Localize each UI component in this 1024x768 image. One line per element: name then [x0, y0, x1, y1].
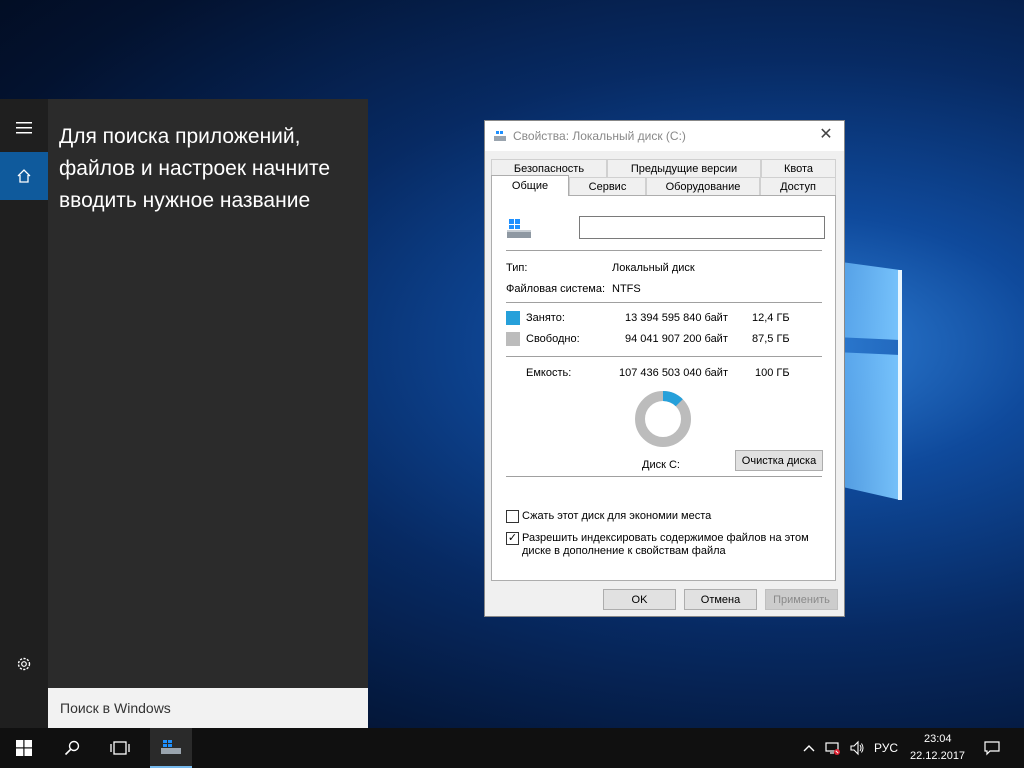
free-label: Свободно: [526, 333, 580, 345]
filesystem-label: Файловая система: [506, 283, 606, 295]
start-button[interactable] [0, 728, 48, 768]
drive-large-icon [507, 219, 531, 238]
close-button[interactable]: ✕ [816, 125, 836, 145]
tab-tools[interactable]: Сервис [569, 177, 646, 195]
clock-time[interactable]: 23:04 [924, 733, 952, 745]
search-input[interactable]: Поиск в Windows [48, 688, 368, 728]
separator [506, 476, 822, 477]
drive-name-input[interactable] [579, 216, 825, 239]
used-label: Занято: [526, 312, 565, 324]
used-color-swatch [506, 311, 520, 325]
capacity-label: Емкость: [526, 367, 572, 379]
tray-overflow-button[interactable] [800, 728, 818, 768]
clock-date[interactable]: 22.12.2017 [910, 750, 965, 762]
drive-icon [494, 131, 506, 141]
search-icon [64, 740, 80, 756]
settings-button[interactable] [0, 640, 48, 688]
hamburger-icon [16, 122, 32, 134]
taskbar-drive-properties[interactable] [150, 728, 192, 768]
task-view-icon [110, 741, 130, 755]
compress-checkbox[interactable] [506, 510, 519, 523]
network-icon [825, 742, 840, 755]
compress-label: Сжать этот диск для экономии места [522, 510, 712, 522]
volume-button[interactable] [846, 728, 868, 768]
dialog-title: Свойства: Локальный диск (C:) [513, 129, 686, 143]
index-label-line2: диске в дополнение к свойствам файла [522, 545, 726, 557]
drive-icon [161, 740, 181, 754]
separator [506, 356, 822, 357]
cancel-button[interactable]: Отмена [684, 589, 757, 610]
apply-button[interactable]: Применить [765, 589, 838, 610]
properties-dialog: Свойства: Локальный диск (C:) ✕ Безопасн… [484, 120, 845, 617]
taskbar: РУС 23:04 22.12.2017 [0, 728, 1024, 768]
action-center-button[interactable] [978, 728, 1006, 768]
ok-button[interactable]: OK [603, 589, 676, 610]
tab-sharing[interactable]: Доступ [760, 177, 836, 195]
input-language[interactable]: РУС [874, 741, 898, 755]
task-view-button[interactable] [96, 728, 144, 768]
free-size: 87,5 ГБ [752, 333, 790, 345]
index-checkbox[interactable]: ✓ [506, 532, 519, 545]
type-value: Локальный диск [612, 262, 695, 274]
capacity-bytes: 107 436 503 040 байт [619, 367, 728, 379]
chevron-up-icon [803, 745, 815, 752]
used-bytes: 13 394 595 840 байт [625, 312, 728, 324]
speaker-icon [850, 740, 864, 756]
tab-hardware[interactable]: Оборудование [646, 177, 760, 195]
gear-icon [17, 657, 31, 671]
notification-icon [984, 741, 1000, 756]
capacity-size: 100 ГБ [755, 367, 790, 379]
search-panel: Для поиска приложений, файлов и настроек… [48, 99, 368, 688]
home-icon [17, 169, 31, 183]
separator [506, 302, 822, 303]
used-size: 12,4 ГБ [752, 312, 790, 324]
hamburger-menu-button[interactable] [0, 104, 48, 152]
start-rail [0, 99, 48, 728]
tab-quota[interactable]: Квота [761, 159, 836, 177]
search-hint-text: Для поиска приложений, файлов и настроек… [59, 125, 331, 212]
free-color-swatch [506, 332, 520, 346]
free-bytes: 94 041 907 200 байт [625, 333, 728, 345]
disk-usage-donut [635, 391, 691, 447]
general-tab-page: Тип: Локальный диск Файловая система: NT… [491, 195, 836, 581]
tab-previous-versions[interactable]: Предыдущие версии [607, 159, 761, 177]
index-label-line1: Разрешить индексировать содержимое файло… [522, 532, 809, 544]
drive-label: Диск C: [642, 459, 680, 471]
search-button[interactable] [48, 728, 96, 768]
network-button[interactable] [822, 728, 844, 768]
filesystem-value: NTFS [612, 283, 641, 295]
disk-cleanup-button[interactable]: Очистка диска [735, 450, 823, 471]
separator [506, 250, 822, 251]
tab-general[interactable]: Общие [491, 175, 569, 196]
home-button[interactable] [0, 152, 48, 200]
dialog-titlebar[interactable]: Свойства: Локальный диск (C:) ✕ [485, 121, 844, 151]
windows-icon [16, 740, 32, 756]
type-label: Тип: [506, 262, 528, 274]
